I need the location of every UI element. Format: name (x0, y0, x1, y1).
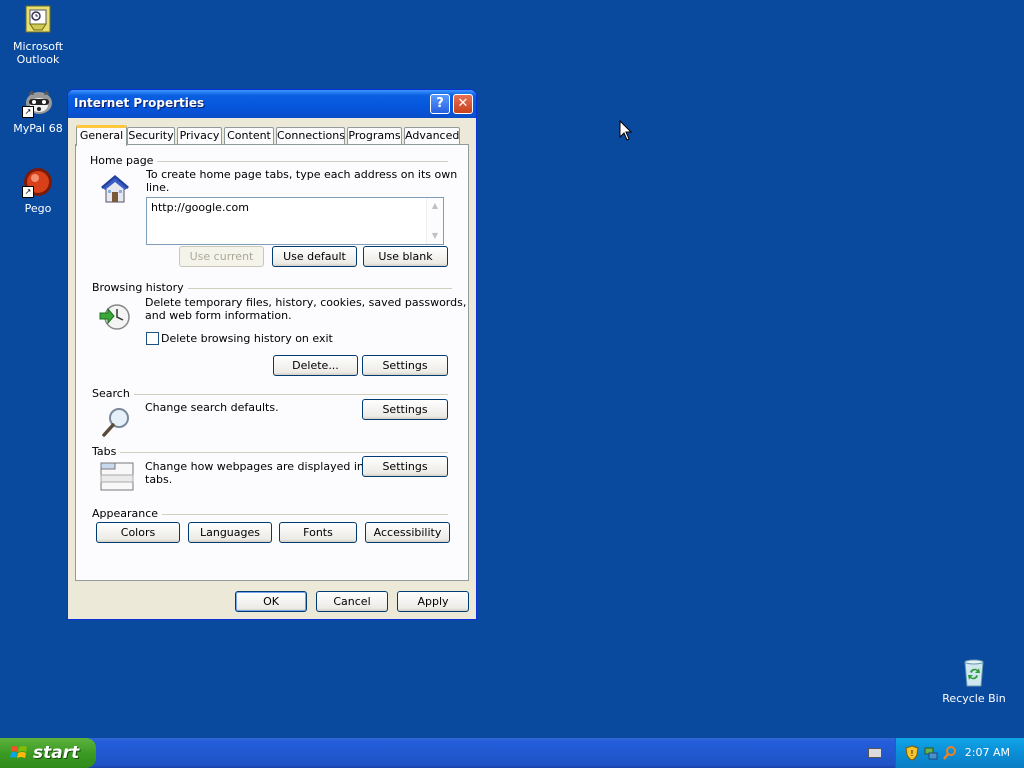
delete-on-exit-label[interactable]: Delete browsing history on exit (161, 332, 333, 345)
tab-connections[interactable]: Connections (276, 127, 345, 144)
internet-properties-dialog: Internet Properties ? ✕ General Security… (67, 89, 477, 620)
pego-icon: ↗ (22, 166, 54, 198)
search-magnifier-tray-icon[interactable] (942, 745, 958, 761)
desktop-icon-pego[interactable]: ↗ Pego (0, 166, 76, 215)
desktop-icon-label: Outlook (16, 53, 60, 66)
desktop-icon-label: Recycle Bin (942, 692, 1006, 705)
search-magnifier-icon (102, 408, 129, 437)
desktop-icon-label: Pego (24, 202, 52, 215)
keyboard-language-icon[interactable] (868, 748, 882, 758)
tab-content[interactable]: Content (224, 127, 274, 144)
languages-button[interactable]: Languages (188, 522, 272, 543)
windows-logo-icon (10, 746, 27, 758)
shortcut-arrow-icon: ↗ (22, 106, 34, 118)
ok-button[interactable]: OK (235, 591, 307, 612)
home-page-instruction: To create home page tabs, type each addr… (146, 168, 458, 194)
scroll-down-arrow-icon[interactable]: ▼ (428, 229, 442, 243)
tabs-heading: Tabs (92, 445, 121, 458)
help-button[interactable]: ? (430, 94, 450, 114)
outlook-icon (22, 4, 54, 36)
apply-button[interactable]: Apply (397, 591, 469, 612)
browsing-history-description-line1: Delete temporary files, history, cookies… (145, 296, 467, 309)
shortcut-arrow-icon: ↗ (22, 186, 34, 198)
home-page-icon (101, 175, 129, 203)
appearance-heading: Appearance (92, 507, 163, 520)
tabs-settings-button[interactable]: Settings (362, 456, 448, 477)
home-page-heading: Home page (90, 154, 158, 167)
network-icon[interactable] (923, 745, 939, 761)
svg-text:!: ! (910, 749, 913, 758)
taskbar: start ! 2:07 AM (0, 738, 1024, 768)
mypal-raccoon-icon: ↗ (22, 86, 54, 118)
search-settings-button[interactable]: Settings (362, 399, 448, 420)
colors-button[interactable]: Colors (96, 522, 180, 543)
title-bar[interactable]: Internet Properties ? ✕ (68, 90, 476, 118)
clock: 2:07 AM (964, 746, 1010, 759)
tabs-description-line2: tabs. (145, 473, 173, 486)
recycle-bin-icon (958, 656, 990, 688)
delete-on-exit-checkbox[interactable] (146, 332, 159, 345)
mouse-cursor-icon (619, 120, 633, 141)
browsing-history-clock-icon (99, 304, 130, 330)
tab-security[interactable]: Security (127, 127, 175, 144)
group-divider (92, 394, 448, 395)
desktop-icon-label: Microsoft (12, 40, 64, 53)
tab-privacy[interactable]: Privacy (177, 127, 222, 144)
fonts-button[interactable]: Fonts (279, 522, 357, 543)
home-page-url-value: http://google.com (151, 201, 249, 214)
use-current-button[interactable]: Use current (179, 246, 264, 267)
delete-history-button[interactable]: Delete... (273, 355, 358, 376)
home-page-url-input[interactable]: http://google.com ▲ ▼ (146, 197, 444, 245)
history-settings-button[interactable]: Settings (362, 355, 448, 376)
use-blank-button[interactable]: Use blank (363, 246, 448, 267)
start-label: start (33, 743, 80, 763)
security-shield-icon[interactable]: ! (904, 745, 920, 761)
browsing-history-heading: Browsing history (92, 281, 188, 294)
search-description: Change search defaults. (145, 401, 279, 414)
desktop-icon-outlook[interactable]: Microsoft Outlook (0, 4, 76, 66)
desktop-icon-recycle-bin[interactable]: Recycle Bin (936, 656, 1012, 705)
general-tab-panel: Home page To create home page tabs, type… (75, 144, 469, 581)
start-button[interactable]: start (0, 738, 96, 768)
tabbed-browsing-icon (100, 462, 134, 491)
cancel-button[interactable]: Cancel (316, 591, 388, 612)
tabs-description-line1: Change how webpages are displayed in (145, 460, 364, 473)
accessibility-button[interactable]: Accessibility (365, 522, 450, 543)
search-heading: Search (92, 387, 134, 400)
scroll-up-arrow-icon[interactable]: ▲ (428, 199, 442, 213)
system-tray: ! 2:07 AM (895, 738, 1024, 768)
close-button[interactable]: ✕ (453, 94, 473, 114)
desktop-icon-mypal[interactable]: ↗ MyPal 68 (0, 86, 76, 135)
group-divider (92, 452, 448, 453)
use-default-button[interactable]: Use default (272, 246, 357, 267)
url-scrollbar[interactable]: ▲ ▼ (426, 198, 443, 244)
browsing-history-description-line2: and web form information. (145, 309, 292, 322)
tab-advanced[interactable]: Advanced (404, 127, 460, 144)
window-title: Internet Properties (74, 96, 205, 110)
desktop-icon-label: MyPal 68 (13, 122, 63, 135)
tab-programs[interactable]: Programs (347, 127, 402, 144)
tab-general[interactable]: General (76, 125, 127, 146)
